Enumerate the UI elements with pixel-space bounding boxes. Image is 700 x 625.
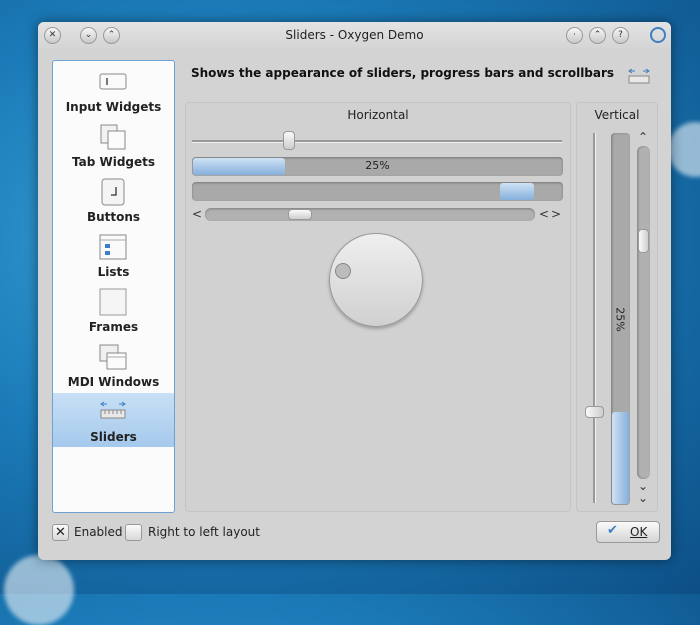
sidebar-item-label: Lists: [97, 265, 130, 279]
main-window: ✕ ⌄ ⌃ Sliders - Oxygen Demo · ⌃ ? Input …: [38, 22, 671, 560]
sliders-icon: [628, 68, 650, 84]
vertical-progress-bar: 25%: [611, 133, 630, 505]
horizontal-slider-groove: [192, 140, 562, 143]
vertical-slider-handle[interactable]: [585, 405, 604, 418]
sidebar: Input Widgets Tab Widgets Buttons Lists …: [52, 60, 175, 513]
vertical-group: Vertical 25% ⌃ ⌄ ⌄: [576, 102, 658, 512]
keep-above-icon[interactable]: ⌃: [589, 27, 606, 44]
ok-button[interactable]: ✔ OK: [596, 521, 660, 543]
background-bokeh: [668, 122, 700, 177]
mdi-windows-icon: [99, 344, 127, 370]
input-widgets-icon: [99, 73, 127, 90]
tab-widgets-icon: [100, 124, 126, 150]
oxygen-logo-icon: [650, 27, 666, 43]
progress-text: 25%: [365, 159, 390, 172]
shade-icon[interactable]: ·: [566, 27, 583, 44]
ok-button-label: OK: [630, 525, 648, 539]
lists-icon: [99, 234, 127, 260]
sidebar-item-label: MDI Windows: [67, 375, 160, 389]
background-bokeh: [4, 555, 74, 625]
enabled-checkbox[interactable]: ✕: [52, 524, 69, 541]
scroll-up-arrow[interactable]: ⌃: [638, 130, 648, 144]
buttons-icon: [101, 178, 125, 206]
vertical-scrollbar-track[interactable]: [637, 146, 650, 479]
sidebar-item-label: Frames: [88, 320, 139, 334]
sidebar-item-label: Tab Widgets: [71, 155, 156, 169]
busy-progress-bar: [192, 182, 563, 201]
scroll-left-arrow[interactable]: <: [192, 207, 202, 221]
sidebar-item-input-widgets[interactable]: Input Widgets: [53, 63, 174, 117]
rtl-label: Right to left layout: [148, 525, 260, 539]
dial-notch: [335, 263, 351, 279]
frames-icon: [99, 288, 127, 316]
scroll-left-arrow-alt[interactable]: <: [539, 207, 549, 221]
horizontal-progress-bar: 25%: [192, 157, 563, 176]
horizontal-group-title: Horizontal: [347, 108, 409, 122]
sidebar-item-label: Sliders: [90, 430, 137, 444]
sidebar-item-buttons[interactable]: Buttons: [53, 173, 174, 227]
sidebar-item-label: Buttons: [86, 210, 141, 224]
dial[interactable]: [329, 233, 423, 327]
sidebar-item-label: Input Widgets: [65, 100, 162, 114]
help-icon[interactable]: ?: [612, 27, 629, 44]
progress-text: 25%: [613, 307, 627, 332]
sidebar-item-mdi-windows[interactable]: MDI Windows: [53, 338, 174, 392]
horizontal-group: Horizontal 25% < < >: [185, 102, 571, 512]
sidebar-item-tab-widgets[interactable]: Tab Widgets: [53, 118, 174, 172]
sliders-icon: [100, 401, 126, 419]
titlebar: ✕ ⌄ ⌃ Sliders - Oxygen Demo · ⌃ ?: [38, 22, 671, 48]
vertical-scrollbar-handle[interactable]: [638, 229, 649, 254]
sidebar-item-lists[interactable]: Lists: [53, 228, 174, 282]
sidebar-item-frames[interactable]: Frames: [53, 283, 174, 337]
vertical-group-title: Vertical: [594, 108, 640, 122]
busy-indicator: [500, 183, 535, 200]
scroll-down-arrow[interactable]: ⌄: [638, 491, 648, 505]
progress-fill: [612, 411, 629, 504]
scroll-right-arrow[interactable]: >: [551, 207, 561, 221]
page-description: Shows the appearance of sliders, progres…: [191, 66, 615, 80]
check-icon: ✔: [607, 523, 618, 538]
horizontal-slider-handle[interactable]: [283, 131, 296, 150]
horizontal-scrollbar-handle[interactable]: [287, 209, 312, 220]
rtl-checkbox[interactable]: [125, 524, 142, 541]
sidebar-item-sliders[interactable]: Sliders: [53, 393, 174, 447]
vertical-slider-groove: [593, 133, 596, 503]
enabled-label: Enabled: [74, 525, 123, 539]
horizontal-scrollbar-track[interactable]: [205, 208, 535, 221]
